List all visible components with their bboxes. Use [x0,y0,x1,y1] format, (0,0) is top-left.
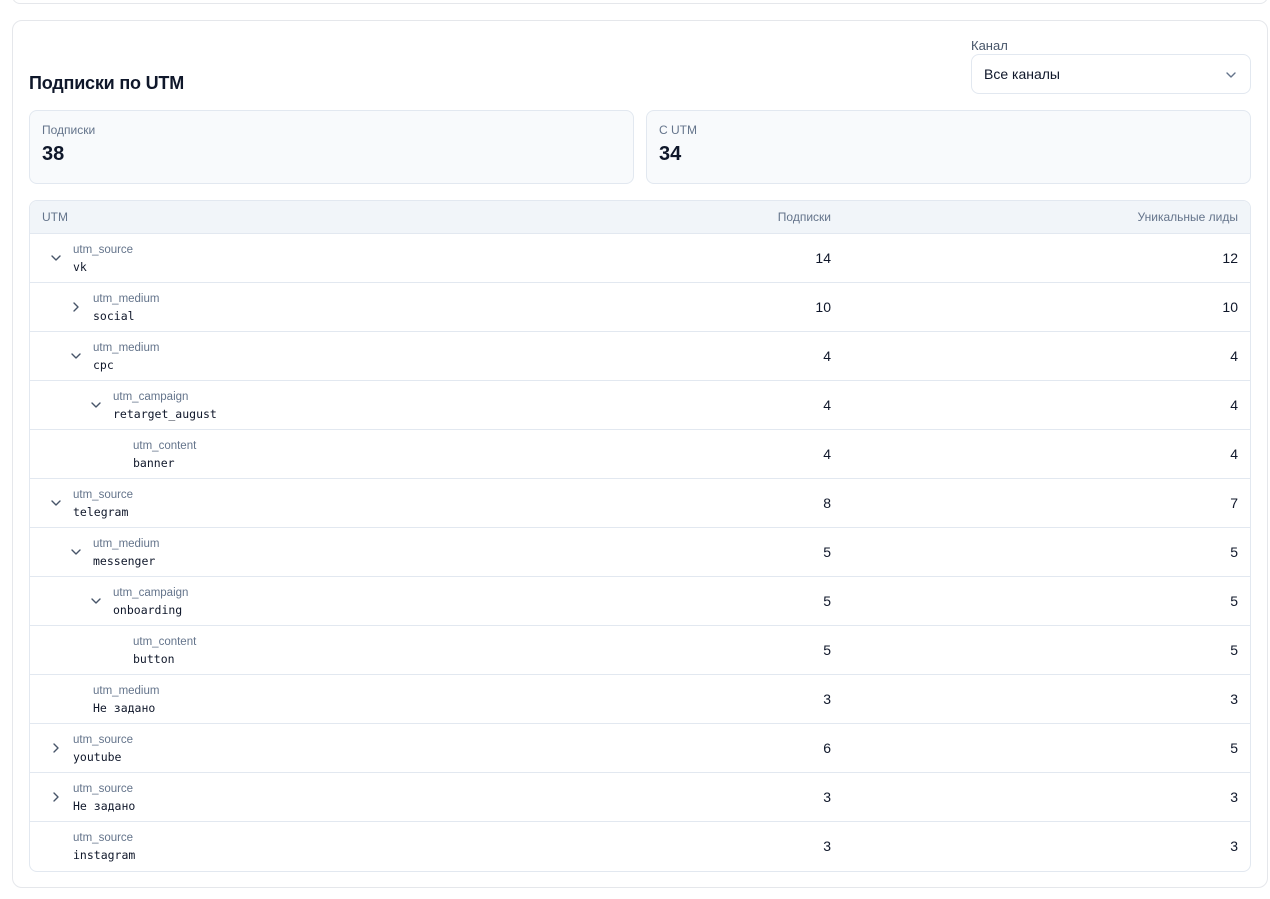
utm-key: utm_source [73,734,134,746]
unique-leads-count: 5 [1230,642,1238,658]
subscriptions-count: 5 [823,544,831,560]
table-row[interactable]: utm_sourcevk 14 12 [30,234,1250,283]
utm-value: instagram [73,848,136,862]
unique-leads-count: 3 [1230,789,1238,805]
table-row[interactable]: utm_sourceyoutube 6 5 [30,724,1250,773]
subscriptions-count: 4 [823,446,831,462]
subscriptions-count: 10 [815,299,831,315]
channel-select[interactable]: Все каналы [971,54,1251,94]
chevron-down-icon [1226,72,1236,78]
unique-leads-count: 7 [1230,495,1238,511]
utm-value: banner [133,456,175,470]
stat-with-utm: С UTM 34 [646,110,1251,184]
table-row: utm_contentbanner 4 4 [30,430,1250,479]
utm-key: utm_campaign [113,587,189,599]
table-header: UTM Подписки Уникальные лиды [30,201,1250,234]
utm-key: utm_campaign [113,391,189,403]
utm-value: retarget_august [113,407,217,421]
utm-key: utm_content [133,440,197,452]
utm-key: utm_source [73,832,134,844]
channel-select-value: Все каналы [984,66,1060,82]
chevron-right-icon[interactable] [69,300,83,314]
unique-leads-count: 10 [1222,299,1238,315]
column-header-subscriptions: Подписки [777,210,831,224]
subscriptions-count: 3 [823,691,831,707]
unique-leads-count: 4 [1230,446,1238,462]
utm-key: utm_content [133,636,197,648]
stat-label: С UTM [659,123,697,137]
utm-value: telegram [73,505,129,519]
subscriptions-count: 5 [823,642,831,658]
unique-leads-count: 5 [1230,740,1238,756]
subscriptions-count: 8 [823,495,831,511]
table-row[interactable]: utm_campaign retarget_august 4 4 [30,381,1250,430]
utm-value: onboarding [113,603,183,617]
stat-value: 38 [42,143,65,165]
unique-leads-count: 5 [1230,593,1238,609]
utm-value: vk [73,260,87,274]
utm-value: button [133,652,175,666]
unique-leads-count: 12 [1222,250,1238,266]
table-row[interactable]: utm_medium messenger 5 5 [30,528,1250,577]
unique-leads-count: 5 [1230,544,1238,560]
utm-value: Не задано [73,799,136,813]
utm-key: utm_medium [93,293,160,305]
chevron-down-icon[interactable] [49,251,63,265]
utm-key: utm_source [73,244,134,256]
unique-leads-count: 4 [1230,397,1238,413]
utm-key: utm_source [73,489,134,501]
column-header-unique-leads: Уникальные лиды [1137,210,1238,224]
chevron-down-icon[interactable] [89,398,103,412]
table-body: utm_source vk 14 12 utm_medium social 10 10 utm_… [30,234,1250,871]
utm-key: utm_medium [93,685,160,697]
unique-leads-count: 4 [1230,348,1238,364]
utm-value: social [93,309,135,323]
card-title: Подписки по UTM [29,73,185,93]
table-row: utm_source instagram 3 3 [30,822,1250,871]
table-row: utm_contentbutton 5 5 [30,626,1250,675]
unique-leads-count: 3 [1230,691,1238,707]
subscriptions-count: 3 [823,838,831,854]
subscriptions-count: 3 [823,789,831,805]
utm-subscriptions-card: Подписки по UTM Канал Все каналы Подписк… [12,20,1268,888]
table-row[interactable]: utm_source Не задано 3 3 [30,773,1250,822]
channel-filter-label: Канал [971,38,1008,53]
subscriptions-count: 4 [823,397,831,413]
table-row[interactable]: utm_campaign onboarding 5 5 [30,577,1250,626]
utm-key: utm_source [73,783,134,795]
subscriptions-count: 5 [823,593,831,609]
stat-value: 34 [659,143,682,165]
chevron-down-icon[interactable] [89,594,103,608]
chevron-right-icon[interactable] [49,741,63,755]
table-row[interactable]: utm_mediumsocial 10 10 [30,283,1250,332]
utm-value: Не задано [93,701,156,715]
stat-subscriptions: Подписки 38 [29,110,634,184]
chevron-down-icon[interactable] [69,349,83,363]
utm-table: UTM Подписки Уникальные лиды utm_sourcev… [29,200,1251,872]
subscriptions-count: 6 [823,740,831,756]
subscriptions-count: 4 [823,348,831,364]
subscriptions-count: 14 [815,250,831,266]
utm-value: youtube [73,750,122,764]
unique-leads-count: 3 [1230,838,1238,854]
stat-label: Подписки [42,123,96,137]
utm-value: messenger [93,554,156,568]
column-header-utm: UTM [42,210,68,224]
chevron-down-icon[interactable] [69,545,83,559]
table-row: utm_medium Не задано 3 3 [30,675,1250,724]
utm-key: utm_medium [93,538,160,550]
table-row[interactable]: utm_source telegram 8 7 [30,479,1250,528]
utm-key: utm_medium [93,342,160,354]
chevron-right-icon[interactable] [49,790,63,804]
previous-card-edge [12,0,1268,4]
chevron-down-icon[interactable] [49,496,63,510]
utm-value: cpc [93,358,114,372]
table-row[interactable]: utm_mediumcpc 4 4 [30,332,1250,381]
